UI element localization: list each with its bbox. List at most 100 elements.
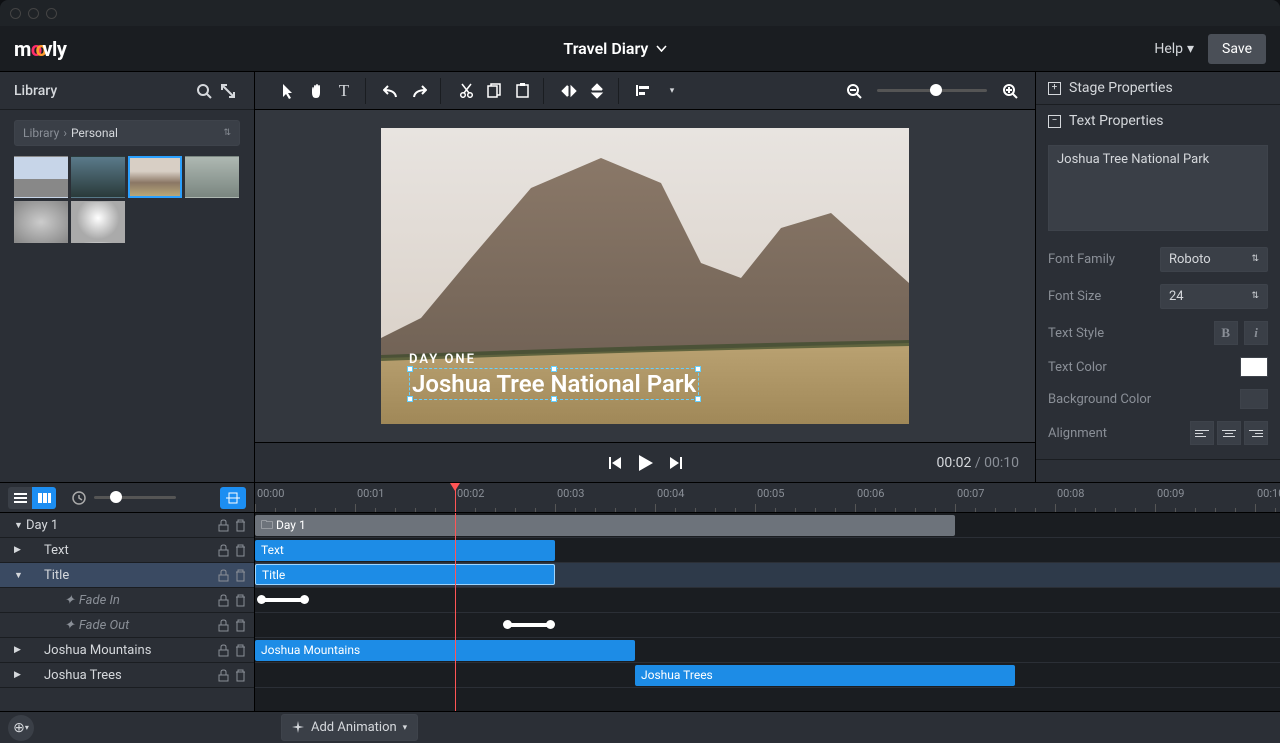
- lock-icon[interactable]: [218, 619, 229, 632]
- lock-icon[interactable]: [218, 519, 229, 532]
- trash-icon[interactable]: [235, 519, 246, 532]
- track-label-row[interactable]: ✦Fade Out: [0, 613, 254, 638]
- canvas-subtitle[interactable]: DAY ONE: [409, 352, 699, 367]
- text-tool-icon[interactable]: T: [331, 78, 357, 104]
- trash-icon[interactable]: [235, 594, 246, 607]
- selection-handle[interactable]: [551, 396, 557, 402]
- selection-handle[interactable]: [407, 366, 413, 372]
- zoom-in-icon[interactable]: [997, 78, 1023, 104]
- stage-properties-toggle[interactable]: + Stage Properties: [1036, 72, 1280, 104]
- track-label-row[interactable]: ▼Day 1: [0, 513, 254, 538]
- cut-icon[interactable]: [453, 78, 479, 104]
- select-tool-icon[interactable]: [275, 78, 301, 104]
- selection-handle[interactable]: [695, 366, 701, 372]
- track-label-row[interactable]: ▼Title: [0, 563, 254, 588]
- window-minimize-button[interactable]: [28, 8, 39, 19]
- italic-button[interactable]: i: [1244, 321, 1268, 345]
- library-item[interactable]: [185, 156, 239, 198]
- window-maximize-button[interactable]: [46, 8, 57, 19]
- save-button[interactable]: Save: [1208, 34, 1266, 64]
- align-left-button[interactable]: [1190, 421, 1214, 445]
- timeline-ruler[interactable]: 00:0000:0100:0200:0300:0400:0500:0600:07…: [255, 483, 1280, 513]
- bold-button[interactable]: B: [1214, 321, 1238, 345]
- timeline-clip[interactable]: Text: [255, 540, 555, 561]
- caret-right-icon[interactable]: ▶: [14, 670, 24, 680]
- align-right-button[interactable]: [1244, 421, 1268, 445]
- library-breadcrumb[interactable]: Library › Personal ⇅: [14, 120, 240, 146]
- lock-icon[interactable]: [218, 669, 229, 682]
- lock-icon[interactable]: [218, 569, 229, 582]
- trash-icon[interactable]: [235, 569, 246, 582]
- track-label-row[interactable]: ▶Joshua Trees: [0, 663, 254, 688]
- lock-icon[interactable]: [218, 644, 229, 657]
- add-layer-button[interactable]: ⊕ ▾: [8, 715, 34, 741]
- lock-icon[interactable]: [218, 544, 229, 557]
- caret-down-icon[interactable]: ▼: [14, 570, 24, 581]
- selection-handle[interactable]: [407, 396, 413, 402]
- caret-right-icon[interactable]: ▶: [14, 645, 24, 655]
- animation-range[interactable]: [505, 623, 553, 627]
- text-properties-toggle[interactable]: − Text Properties: [1036, 105, 1280, 137]
- timeline-zoom-slider[interactable]: [94, 496, 176, 499]
- trash-icon[interactable]: [235, 619, 246, 632]
- trash-icon[interactable]: [235, 544, 246, 557]
- align-icon[interactable]: [631, 78, 657, 104]
- selection-handle[interactable]: [695, 396, 701, 402]
- hand-tool-icon[interactable]: [303, 78, 329, 104]
- trash-icon[interactable]: [235, 644, 246, 657]
- library-item[interactable]: [14, 201, 68, 243]
- timeline-view-frames-button[interactable]: [32, 487, 56, 509]
- library-item[interactable]: [71, 201, 125, 243]
- font-size-input[interactable]: 24 ⇅: [1160, 284, 1268, 309]
- timeline-clip[interactable]: Joshua Mountains: [255, 640, 635, 661]
- timeline-clip[interactable]: Title: [255, 564, 555, 585]
- library-item[interactable]: [71, 156, 125, 198]
- library-item[interactable]: [128, 156, 182, 198]
- track-row[interactable]: Text: [255, 538, 1280, 563]
- flip-vertical-icon[interactable]: [584, 78, 610, 104]
- playhead[interactable]: [455, 483, 456, 512]
- skip-start-icon[interactable]: [607, 455, 623, 471]
- skip-end-icon[interactable]: [668, 455, 684, 471]
- help-dropdown[interactable]: Help ▾: [1154, 41, 1194, 57]
- animation-range[interactable]: [259, 598, 307, 602]
- track-row[interactable]: Joshua Mountains: [255, 638, 1280, 663]
- add-animation-button[interactable]: Add Animation ▾: [281, 714, 418, 741]
- paste-icon[interactable]: [509, 78, 535, 104]
- caret-right-icon[interactable]: ▶: [14, 545, 24, 555]
- play-icon[interactable]: [637, 454, 654, 472]
- canvas-title[interactable]: Joshua Tree National Park: [412, 370, 696, 398]
- zoom-out-icon[interactable]: [841, 78, 867, 104]
- snap-button[interactable]: [220, 487, 246, 509]
- expand-icon[interactable]: [216, 79, 240, 103]
- window-close-button[interactable]: [10, 8, 21, 19]
- timeline-clip[interactable]: 🗀 Day 1: [255, 515, 955, 536]
- text-content-input[interactable]: [1048, 145, 1268, 231]
- caret-down-icon[interactable]: ▼: [14, 520, 24, 531]
- selection-handle[interactable]: [551, 366, 557, 372]
- stage-canvas[interactable]: DAY ONE Joshua Tree National Park: [381, 128, 909, 424]
- align-center-button[interactable]: [1217, 421, 1241, 445]
- track-label-row[interactable]: ▶Joshua Mountains: [0, 638, 254, 663]
- undo-icon[interactable]: [378, 78, 404, 104]
- font-family-select[interactable]: Roboto ⇅: [1160, 247, 1268, 272]
- flip-horizontal-icon[interactable]: [556, 78, 582, 104]
- track-label-row[interactable]: ✦Fade In: [0, 588, 254, 613]
- track-row[interactable]: [255, 613, 1280, 638]
- trash-icon[interactable]: [235, 669, 246, 682]
- library-item[interactable]: [14, 156, 68, 198]
- text-color-swatch[interactable]: [1240, 357, 1268, 377]
- search-icon[interactable]: [192, 79, 216, 103]
- timeline-clip[interactable]: Joshua Trees: [635, 665, 1015, 686]
- track-row[interactable]: [255, 588, 1280, 613]
- caret-down-icon[interactable]: ▾: [659, 78, 685, 104]
- track-row[interactable]: Joshua Trees: [255, 663, 1280, 688]
- redo-icon[interactable]: [406, 78, 432, 104]
- zoom-slider[interactable]: [877, 89, 987, 92]
- playhead-line[interactable]: [455, 513, 456, 711]
- copy-icon[interactable]: [481, 78, 507, 104]
- track-label-row[interactable]: ▶Text: [0, 538, 254, 563]
- track-row[interactable]: 🗀 Day 1: [255, 513, 1280, 538]
- lock-icon[interactable]: [218, 594, 229, 607]
- track-area[interactable]: 🗀 Day 1 Text Title Joshua MountainsJoshua T…: [255, 513, 1280, 711]
